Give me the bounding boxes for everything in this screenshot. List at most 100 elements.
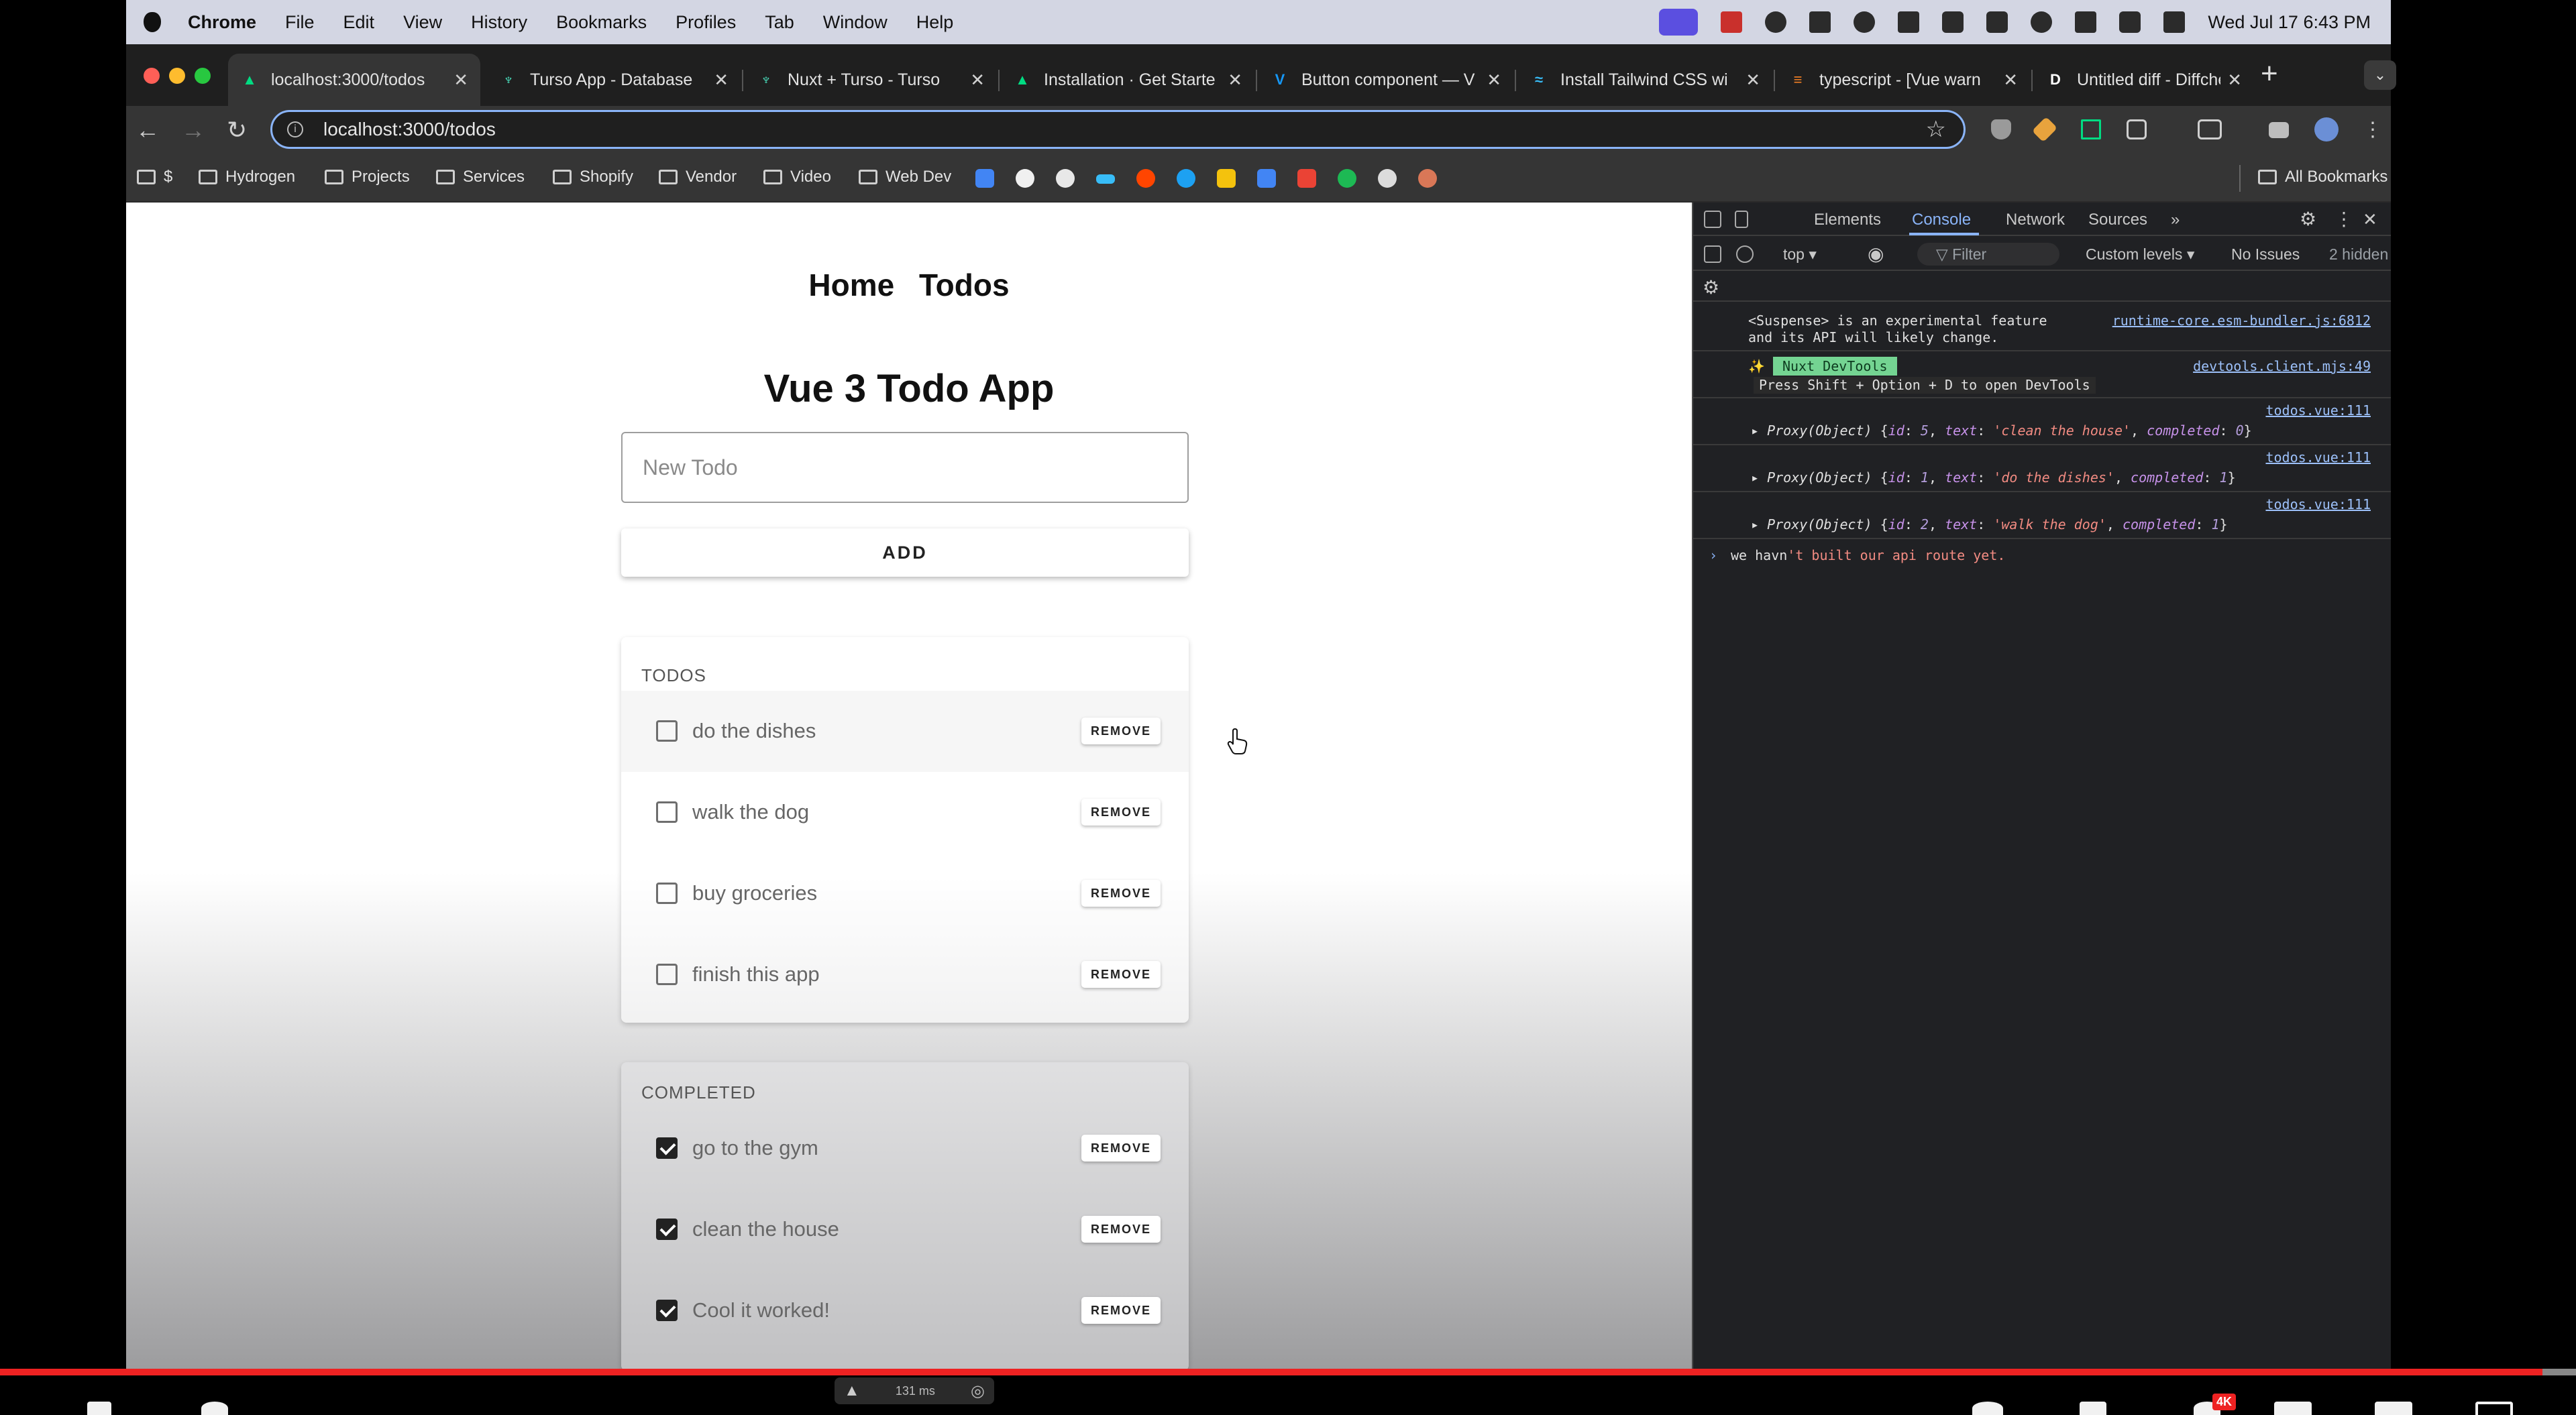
- devtools-settings-gear-icon[interactable]: ⚙: [2300, 208, 2316, 230]
- remove-button[interactable]: REMOVE: [1081, 718, 1161, 744]
- chrome-menu-kebab-icon[interactable]: ⋮: [2363, 115, 2383, 145]
- tab-close-icon[interactable]: ✕: [1487, 70, 1501, 91]
- todo-checkbox[interactable]: [656, 720, 678, 742]
- todo-checkbox[interactable]: [656, 964, 678, 985]
- time-machine-icon[interactable]: [2031, 11, 2053, 33]
- menu-app-name[interactable]: Chrome: [188, 12, 256, 33]
- nuxt-extension-icon[interactable]: [2081, 119, 2101, 139]
- tab-turso-app[interactable]: ♆ Turso App - Database ✕: [487, 54, 741, 106]
- clipboard-icon[interactable]: [1898, 11, 1920, 33]
- miniplayer-icon[interactable]: [2274, 1402, 2312, 1415]
- device-toolbar-icon[interactable]: [1735, 211, 1748, 228]
- twitter-bookmark-icon[interactable]: [1177, 169, 1195, 188]
- autoplay-toggle-icon[interactable]: [1972, 1402, 2003, 1415]
- clear-console-icon[interactable]: [1736, 245, 1754, 263]
- menu-view[interactable]: View: [403, 12, 442, 33]
- keep-bookmark-icon[interactable]: [1217, 169, 1236, 188]
- vpn-icon[interactable]: [1854, 11, 1876, 33]
- menu-window[interactable]: Window: [823, 12, 888, 33]
- new-tab-plus-icon[interactable]: +: [2261, 59, 2278, 89]
- remove-button[interactable]: REMOVE: [1081, 880, 1161, 907]
- address-url[interactable]: localhost:3000/todos: [323, 119, 496, 140]
- menu-history[interactable]: History: [471, 12, 527, 33]
- theater-mode-icon[interactable]: [2375, 1402, 2412, 1415]
- tab-close-icon[interactable]: ✕: [714, 70, 729, 91]
- video-progress-played[interactable]: [0, 1369, 2542, 1375]
- todo-checkbox[interactable]: [656, 883, 678, 904]
- console-prompt[interactable]: › we havn't built our api route yet.: [1693, 539, 2391, 573]
- todo-checkbox[interactable]: [656, 801, 678, 823]
- control-center-icon[interactable]: [2163, 11, 2186, 33]
- video-progress-remaining[interactable]: [2542, 1369, 2576, 1375]
- tab-search-chevron-icon[interactable]: ⌄: [2364, 60, 2396, 90]
- translate-bookmark-icon[interactable]: [975, 169, 994, 188]
- remove-button[interactable]: REMOVE: [1081, 799, 1161, 826]
- new-todo-input[interactable]: [621, 432, 1189, 503]
- reload-icon[interactable]: ↻: [227, 115, 247, 145]
- window-close-icon[interactable]: [144, 68, 160, 84]
- menu-app-icon[interactable]: [1942, 11, 1964, 33]
- window-zoom-icon[interactable]: [195, 68, 211, 84]
- devtools-tab-console[interactable]: Console: [1912, 211, 1971, 229]
- message-source-link[interactable]: todos.vue:111: [2265, 402, 2371, 418]
- spotify-bookmark-icon[interactable]: [1338, 169, 1356, 188]
- menu-clock[interactable]: Wed Jul 17 6:43 PM: [2208, 12, 2371, 33]
- tab-close-icon[interactable]: ✕: [1746, 70, 1760, 91]
- remove-button[interactable]: REMOVE: [1081, 961, 1161, 988]
- screen-share-icon[interactable]: [1659, 9, 1699, 36]
- inspect-element-icon[interactable]: [1704, 211, 1721, 228]
- fullscreen-icon[interactable]: [2475, 1402, 2513, 1415]
- menu-bookmarks[interactable]: Bookmarks: [556, 12, 647, 33]
- issues-counter[interactable]: No Issues: [2231, 245, 2300, 264]
- proxy-object[interactable]: ▸ Proxy(Object) {id: 5, text: 'clean the…: [1751, 422, 2252, 439]
- console-log-proxy[interactable]: todos.vue:111 ▸ Proxy(Object) {id: 5, te…: [1693, 398, 2391, 445]
- video-next-icon[interactable]: [87, 1402, 111, 1415]
- menu-edit[interactable]: Edit: [343, 12, 375, 33]
- tab-untitled-diff[interactable]: D Untitled diff - Diffchec ✕: [2034, 54, 2254, 106]
- add-todo-button[interactable]: ADD: [621, 528, 1189, 577]
- context-select[interactable]: top ▾: [1783, 245, 1817, 264]
- all-bookmarks[interactable]: All Bookmarks: [2258, 168, 2387, 186]
- tab-close-icon[interactable]: ✕: [453, 70, 468, 91]
- calendar-bookmark-icon[interactable]: [1257, 169, 1276, 188]
- profile-avatar[interactable]: [2314, 117, 2339, 142]
- menu-profiles[interactable]: Profiles: [676, 12, 736, 33]
- apple-logo-icon[interactable]: [144, 12, 161, 32]
- live-expression-eye-icon[interactable]: ◉: [1868, 243, 1884, 265]
- creative-cloud-icon[interactable]: [1765, 11, 1787, 33]
- proxy-object[interactable]: ▸ Proxy(Object) {id: 1, text: 'do the di…: [1751, 469, 2236, 486]
- proxy-object[interactable]: ▸ Proxy(Object) {id: 2, text: 'walk the …: [1751, 516, 2228, 533]
- bookmark-folder-services[interactable]: Services: [436, 168, 525, 186]
- more-tabs-chevron-icon[interactable]: »: [2171, 211, 2180, 229]
- back-arrow-icon[interactable]: ←: [136, 115, 160, 145]
- devtools-tab-network[interactable]: Network: [2006, 211, 2065, 229]
- bookmark-folder-video[interactable]: Video: [763, 168, 831, 186]
- nav-home-link[interactable]: Home: [808, 268, 894, 302]
- tailwind-bookmark-icon[interactable]: [1096, 174, 1115, 184]
- message-source-link[interactable]: todos.vue:111: [2265, 449, 2371, 465]
- nuxt-devtools-floating-bar[interactable]: ▲ 131 ms ◎: [835, 1377, 994, 1404]
- site-info-icon[interactable]: i: [287, 121, 303, 137]
- claude-bookmark-icon[interactable]: [1418, 169, 1437, 188]
- component-inspector-icon[interactable]: ◎: [971, 1381, 985, 1401]
- extensions-puzzle-icon[interactable]: [2127, 119, 2147, 139]
- menu-file[interactable]: File: [285, 12, 315, 33]
- devtools-menu-kebab-icon[interactable]: ⋮: [2334, 208, 2353, 230]
- grid-app-icon[interactable]: [1809, 11, 1831, 33]
- completed-checkbox[interactable]: [656, 1300, 678, 1321]
- tab-close-icon[interactable]: ✕: [2227, 70, 2242, 91]
- console-input-text[interactable]: we havn't built our api route yet.: [1731, 547, 2005, 564]
- reddit-bookmark-icon[interactable]: [1136, 169, 1155, 188]
- sidebar-toggle-icon[interactable]: [1704, 245, 1721, 263]
- menu-help[interactable]: Help: [916, 12, 954, 33]
- message-source-link[interactable]: todos.vue:111: [2265, 496, 2371, 512]
- tab-close-icon[interactable]: ✕: [2003, 70, 2018, 91]
- console-log-proxy[interactable]: todos.vue:111 ▸ Proxy(Object) {id: 1, te…: [1693, 445, 2391, 492]
- menu-tab[interactable]: Tab: [765, 12, 794, 33]
- brave-shield-icon[interactable]: [1991, 119, 2011, 139]
- tab-button-component[interactable]: V Button component — V ✕: [1258, 54, 1513, 106]
- tab-install-tailwind[interactable]: ≈ Install Tailwind CSS wi ✕: [1517, 54, 1772, 106]
- bookmark-star-icon[interactable]: ☆: [1926, 116, 1946, 143]
- forward-arrow-icon[interactable]: →: [181, 115, 205, 145]
- bluetooth-icon[interactable]: [1986, 11, 2008, 33]
